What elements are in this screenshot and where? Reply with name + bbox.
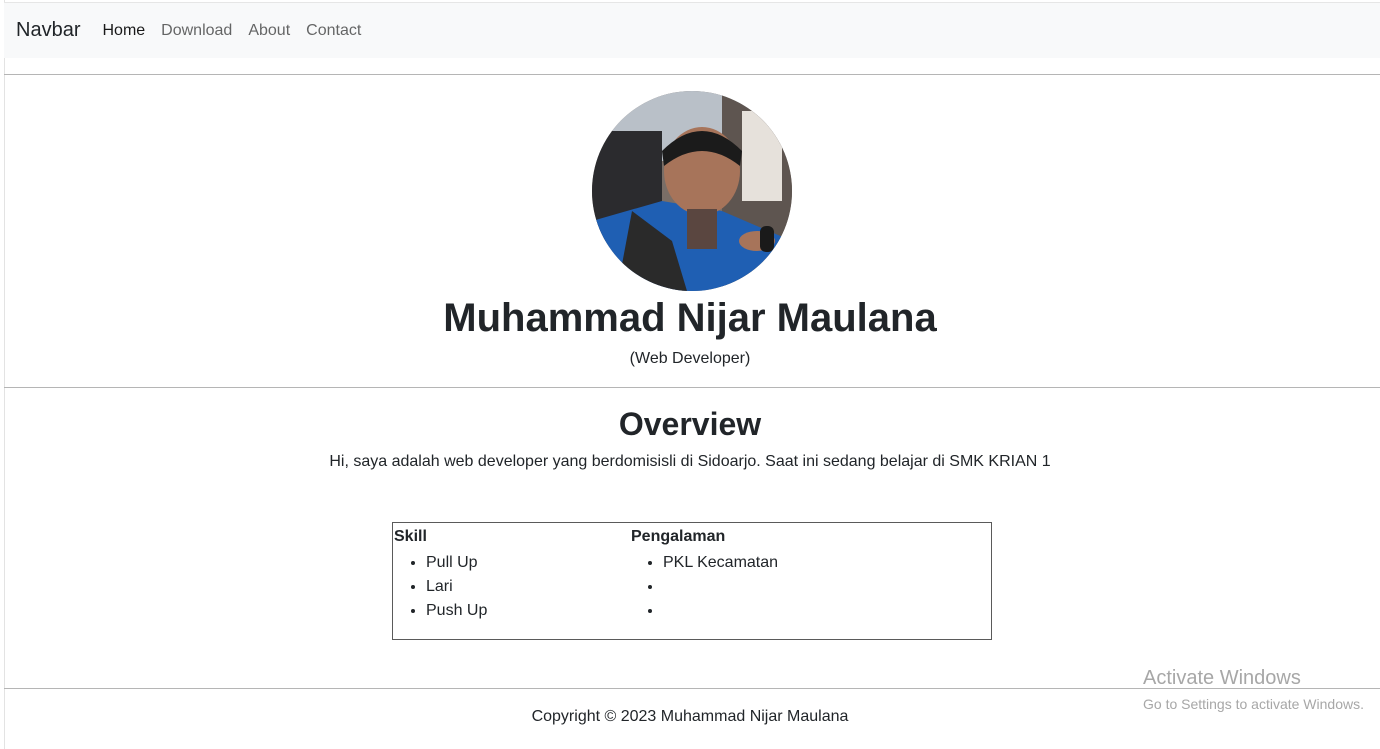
divider-middle [4, 387, 1380, 388]
profile-role: (Web Developer) [629, 350, 751, 367]
experience-item [663, 599, 778, 623]
nav-link-download[interactable]: Download [161, 22, 232, 40]
skill-item: Pull Up [426, 551, 487, 575]
skill-item: Push Up [426, 599, 487, 623]
divider-top [4, 74, 1380, 75]
profile-photo [592, 91, 792, 291]
profile-name: Muhammad Nijar Maulana [443, 296, 937, 340]
watermark-subtitle: Go to Settings to activate Windows. [1143, 696, 1364, 712]
avatar [592, 91, 792, 291]
nav-link-home[interactable]: Home [102, 22, 145, 40]
navbar-brand[interactable]: Navbar [16, 19, 80, 42]
overview-text: Hi, saya adalah web developer yang berdo… [329, 453, 1051, 470]
skill-item: Lari [426, 575, 487, 599]
watermark-title: Activate Windows [1143, 667, 1301, 689]
skill-header: Skill [394, 528, 427, 545]
experience-list: PKL Kecamatan [631, 551, 778, 623]
windows-activation-watermark: Activate Windows Go to Settings to activ… [1143, 666, 1364, 714]
nav-link-about[interactable]: About [248, 22, 290, 40]
experience-item [663, 575, 778, 599]
experience-item: PKL Kecamatan [663, 551, 778, 575]
skill-column: Skill Pull Up Lari Push Up [394, 526, 487, 623]
skills-experience-table: Skill Pull Up Lari Push Up Pengalaman PK… [392, 522, 992, 640]
navbar: Navbar Home Download About Contact [4, 2, 1380, 58]
experience-header: Pengalaman [631, 528, 726, 545]
nav-link-contact[interactable]: Contact [306, 22, 361, 40]
skill-list: Pull Up Lari Push Up [394, 551, 487, 623]
experience-column: Pengalaman PKL Kecamatan [631, 526, 778, 623]
overview-title: Overview [618, 406, 762, 442]
